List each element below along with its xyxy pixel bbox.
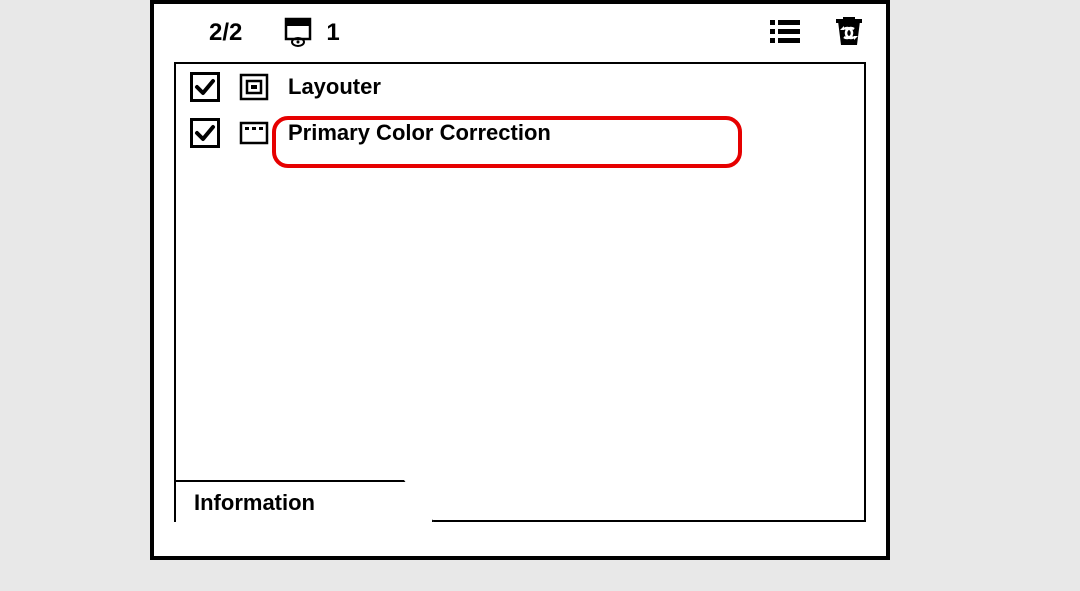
effect-label: Layouter xyxy=(288,74,381,100)
effect-checkbox[interactable] xyxy=(190,118,220,148)
effect-row[interactable]: Primary Color Correction xyxy=(176,110,864,156)
window-view-icon[interactable] xyxy=(282,15,314,52)
color-correction-icon xyxy=(238,119,270,147)
tab-information[interactable]: Information xyxy=(174,480,434,522)
effects-list: Layouter Primary Color Correction In xyxy=(174,62,866,522)
effect-checkbox[interactable] xyxy=(190,72,220,102)
toolbar-left: 2/2 1 xyxy=(209,15,340,52)
layouter-icon xyxy=(238,73,270,101)
view-number: 1 xyxy=(326,19,339,47)
tab-label: Information xyxy=(194,490,315,515)
effect-row[interactable]: Layouter xyxy=(176,64,864,110)
effect-label: Primary Color Correction xyxy=(288,120,551,146)
toolbar: 2/2 1 xyxy=(154,4,886,62)
effects-panel: 2/2 1 xyxy=(150,0,890,560)
recycle-icon[interactable] xyxy=(832,13,866,54)
effect-counter: 2/2 xyxy=(209,19,242,47)
view-count: 1 xyxy=(282,15,339,52)
toolbar-right xyxy=(768,13,866,54)
list-icon[interactable] xyxy=(768,16,802,51)
